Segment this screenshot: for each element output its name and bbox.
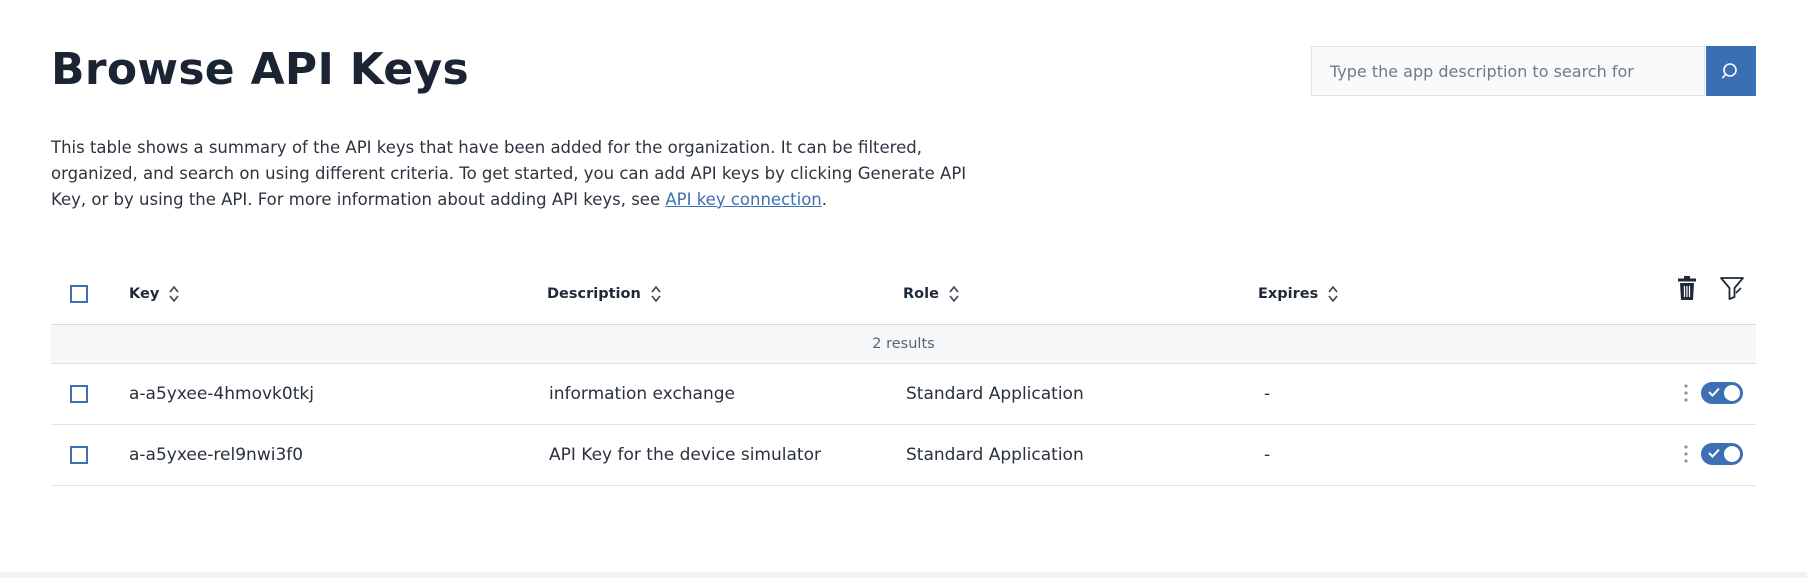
column-header-expires[interactable]: Expires <box>1258 284 1338 304</box>
table-actions <box>1678 276 1744 300</box>
table-row: a-a5yxee-4hmovk0tkj information exchange… <box>51 364 1756 425</box>
select-all-checkbox[interactable] <box>70 285 88 303</box>
description-cell: information exchange <box>549 384 736 404</box>
table-row: a-a5yxee-rel9nwi3f0 API Key for the devi… <box>51 425 1756 486</box>
api-keys-table: Key Description Role Expires 2 results a… <box>51 262 1756 486</box>
overflow-menu-icon[interactable] <box>1684 384 1688 402</box>
api-key-connection-link[interactable]: API key connection <box>665 190 821 209</box>
key-cell: a-a5yxee-4hmovk0tkj <box>129 384 314 404</box>
sort-icon[interactable] <box>1328 285 1338 303</box>
column-header-role[interactable]: Role <box>903 284 959 304</box>
intro-end: . <box>821 189 827 209</box>
row-checkbox[interactable] <box>70 385 88 403</box>
column-header-description[interactable]: Description <box>547 284 661 304</box>
role-cell: Standard Application <box>906 384 1084 404</box>
intro-text: This table shows a summary of the API ke… <box>51 137 967 209</box>
column-header-label: Expires <box>1258 286 1319 302</box>
column-header-label: Key <box>129 286 160 302</box>
page-title: Browse API Keys <box>51 44 469 95</box>
enable-toggle[interactable] <box>1701 382 1743 404</box>
search-button[interactable] <box>1706 46 1756 96</box>
overflow-menu-icon[interactable] <box>1684 445 1688 463</box>
sort-icon[interactable] <box>169 285 179 303</box>
description-cell: API Key for the device simulator <box>549 445 821 465</box>
trash-icon[interactable] <box>1678 276 1696 300</box>
search-bar <box>1311 46 1756 96</box>
expires-cell: - <box>1264 445 1271 465</box>
checkmark-icon <box>1708 387 1720 397</box>
sort-icon[interactable] <box>949 285 959 303</box>
checkmark-icon <box>1708 448 1720 458</box>
enable-toggle[interactable] <box>1701 443 1743 465</box>
sort-icon[interactable] <box>651 285 661 303</box>
column-header-label: Description <box>547 286 641 302</box>
page-footer-strip <box>0 572 1807 578</box>
filter-icon[interactable] <box>1720 276 1744 300</box>
column-header-key[interactable]: Key <box>129 284 179 304</box>
results-count: 2 results <box>51 325 1756 364</box>
toggle-knob <box>1724 385 1740 401</box>
role-cell: Standard Application <box>906 445 1084 465</box>
column-header-label: Role <box>903 286 939 302</box>
key-cell: a-a5yxee-rel9nwi3f0 <box>129 445 304 465</box>
table-header: Key Description Role Expires <box>51 262 1756 325</box>
toggle-knob <box>1724 446 1740 462</box>
expires-cell: - <box>1264 384 1271 404</box>
page-description: This table shows a summary of the API ke… <box>51 135 971 213</box>
search-input[interactable] <box>1311 46 1705 96</box>
search-icon <box>1722 62 1740 80</box>
row-checkbox[interactable] <box>70 446 88 464</box>
